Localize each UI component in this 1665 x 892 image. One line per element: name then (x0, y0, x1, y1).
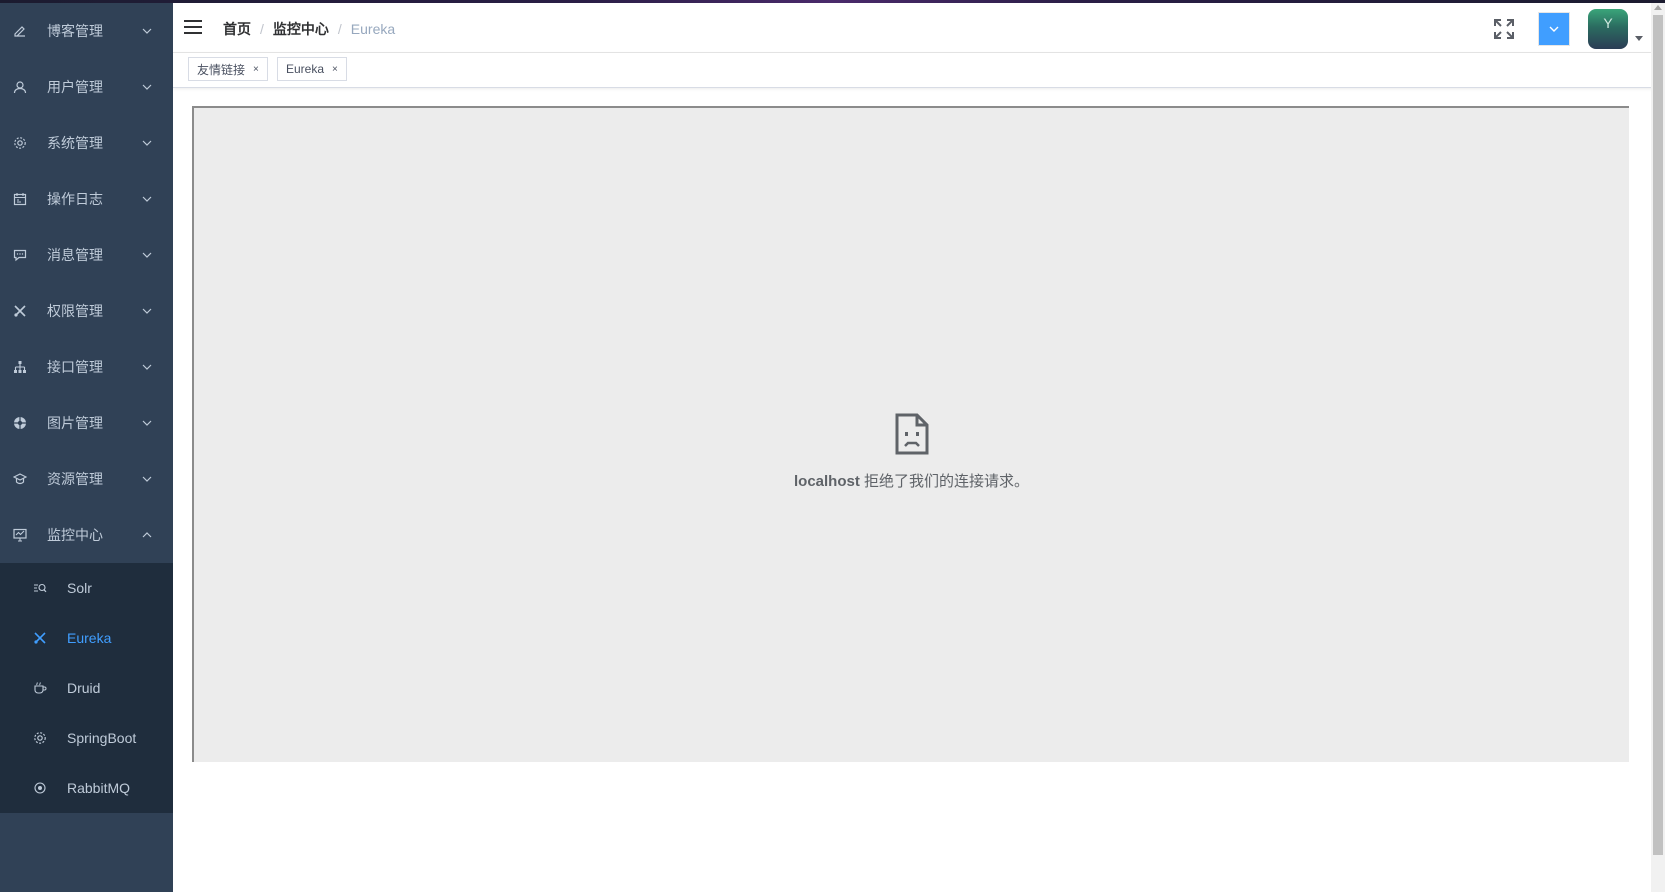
size-select-button[interactable] (1538, 12, 1570, 46)
chevron-down-icon (142, 194, 152, 204)
scrollbar-thumb[interactable] (1653, 15, 1663, 855)
monitor-icon (13, 528, 27, 542)
submenu-label: RabbitMQ (67, 780, 131, 796)
tag-eureka[interactable]: Eureka × (277, 57, 347, 81)
page-scrollbar[interactable] (1651, 3, 1665, 892)
submenu-item-rabbitmq[interactable]: RabbitMQ (0, 763, 173, 813)
error-detail: 拒绝了我们的连接请求。 (859, 473, 1030, 490)
sad-document-icon (894, 412, 930, 456)
gear-icon (13, 136, 27, 150)
chevron-down-icon (142, 138, 152, 148)
menu-label: 权限管理 (47, 303, 103, 319)
caret-down-icon[interactable] (1635, 36, 1643, 41)
menu-label: 消息管理 (47, 247, 103, 263)
breadcrumb-separator: / (337, 21, 342, 37)
fullscreen-icon[interactable] (1493, 18, 1515, 40)
message-icon (13, 248, 27, 262)
menu-log[interactable]: 操作日志 (0, 171, 173, 227)
menu-label: 资源管理 (47, 471, 103, 487)
menu-label: 接口管理 (47, 359, 103, 375)
chevron-down-icon (142, 362, 152, 372)
graduation-cap-icon (13, 472, 27, 486)
menu-label: 系统管理 (47, 135, 103, 151)
chevron-down-icon (142, 418, 152, 428)
close-icon[interactable]: × (253, 64, 259, 75)
submenu-item-solr[interactable]: Solr (0, 563, 173, 613)
avatar-letter: Y (1603, 15, 1613, 31)
scroll-up-icon[interactable] (1654, 5, 1662, 10)
close-icon[interactable]: × (332, 64, 338, 75)
submenu-label: Druid (67, 680, 101, 696)
tag-label: Eureka (286, 62, 325, 76)
submenu-item-springboot[interactable]: SpringBoot (0, 713, 173, 763)
breadcrumb: 首页 / 监控中心 / Eureka (223, 19, 395, 39)
submenu-label: SpringBoot (67, 730, 137, 746)
menu-resource[interactable]: 资源管理 (0, 451, 173, 507)
menu-label: 用户管理 (47, 79, 103, 95)
error-message: localhost 拒绝了我们的连接请求。 (194, 470, 1629, 491)
submenu-item-eureka[interactable]: Eureka (0, 613, 173, 663)
aperture-icon (13, 416, 27, 430)
menu-label: 博客管理 (47, 23, 103, 39)
gear-icon (33, 731, 47, 745)
scissors-icon (33, 631, 47, 645)
submenu-label: Solr (67, 580, 92, 596)
menu-label: 监控中心 (47, 527, 103, 543)
target-icon (33, 781, 47, 795)
menu-blog[interactable]: 博客管理 (0, 3, 173, 59)
chevron-down-icon (142, 82, 152, 92)
breadcrumb-item-monitor[interactable]: 监控中心 (273, 19, 329, 39)
menu-image[interactable]: 图片管理 (0, 395, 173, 451)
coffee-icon (33, 681, 47, 695)
content-iframe[interactable]: localhost 拒绝了我们的连接请求。 (192, 106, 1629, 762)
menu-message[interactable]: 消息管理 (0, 227, 173, 283)
submenu-label: Eureka (67, 630, 112, 646)
menu-monitor[interactable]: 监控中心 (0, 507, 173, 563)
menu-label: 操作日志 (47, 191, 103, 207)
monitor-submenu: Solr Eureka Druid SpringBoot RabbitMQ (0, 563, 173, 813)
chevron-up-icon (142, 530, 152, 540)
tag-label: 友情链接 (197, 62, 246, 77)
menu-permission[interactable]: 权限管理 (0, 283, 173, 339)
error-host: localhost (793, 473, 860, 490)
sitemap-icon (13, 360, 27, 374)
breadcrumb-item-home[interactable]: 首页 (223, 19, 251, 39)
submenu-item-druid[interactable]: Druid (0, 663, 173, 713)
chevron-down-icon (142, 306, 152, 316)
tag-friend-links[interactable]: 友情链接 × (188, 57, 268, 81)
search-list-icon (33, 581, 47, 595)
menu-system[interactable]: 系统管理 (0, 115, 173, 171)
sidebar: 博客管理 用户管理 系统管理 操作日志 消息管理 权限管理 接口管理 图片管理 … (0, 3, 173, 892)
breadcrumb-item-current: Eureka (350, 21, 396, 37)
calendar-icon (13, 192, 27, 206)
hamburger-menu-icon[interactable] (183, 17, 203, 37)
scissors-icon (13, 304, 27, 318)
menu-label: 图片管理 (47, 415, 103, 431)
chevron-down-icon (142, 474, 152, 484)
chevron-down-icon (142, 250, 152, 260)
menu-api[interactable]: 接口管理 (0, 339, 173, 395)
breadcrumb-separator: / (260, 21, 264, 37)
avatar[interactable]: Y (1588, 9, 1628, 49)
chevron-down-icon (1549, 26, 1559, 32)
user-icon (13, 80, 27, 94)
chevron-down-icon (142, 26, 152, 36)
edit-icon (13, 24, 27, 38)
menu-user[interactable]: 用户管理 (0, 59, 173, 115)
navbar: 首页 / 监控中心 / Eureka Y (173, 3, 1655, 53)
connection-error: localhost 拒绝了我们的连接请求。 (194, 412, 1629, 491)
tags-view: 友情链接 × Eureka × (173, 53, 1655, 88)
